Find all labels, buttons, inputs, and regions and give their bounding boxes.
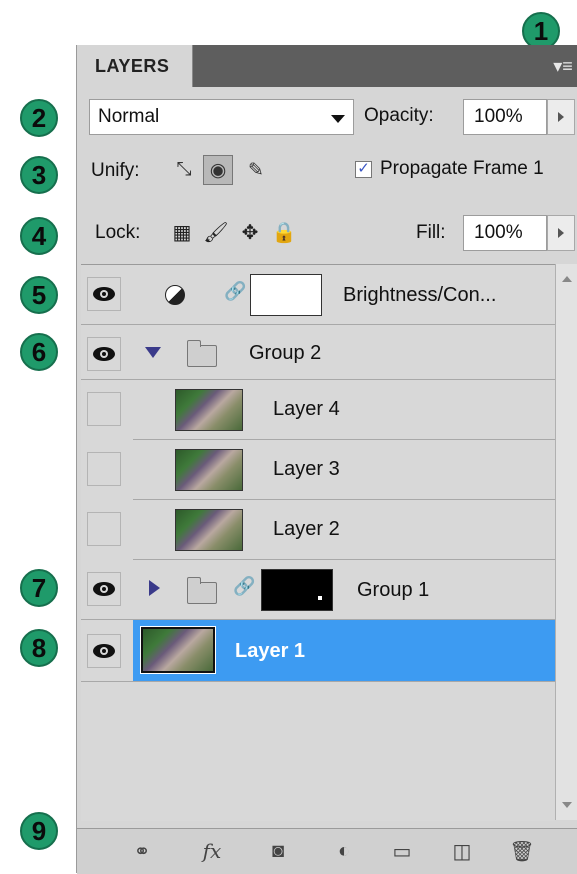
unify-row: Unify: ⤡ ◉ ✎ ✓ Propagate Frame 1 [77,149,577,193]
layer-mask-thumbnail [250,274,322,316]
callout-7: 7 [20,569,58,607]
visibility-toggle[interactable] [87,572,121,606]
layer-name: Group 2 [249,342,322,364]
unify-style-icon[interactable]: ✎ [241,155,271,185]
blend-row: Normal Opacity: 100% [77,95,577,141]
opacity-label: Opacity: [364,105,434,126]
visibility-toggle[interactable] [87,337,121,371]
blend-mode-value: Normal [98,106,160,127]
visibility-toggle[interactable] [87,634,121,668]
eye-icon [93,644,115,658]
layer-thumbnail [140,626,216,674]
layer-row-layer-2[interactable]: Layer 2 [87,500,555,560]
link-layers-icon[interactable]: ⚭ [127,837,157,865]
fill-label: Fill: [416,222,446,243]
new-layer-icon[interactable]: ◫ [447,837,477,865]
callout-4: 4 [20,217,58,255]
new-group-icon[interactable]: ▭ [387,837,417,865]
layers-panel: LAYERS ▾≡ Normal Opacity: 100% Unify: ⤡ … [76,45,577,874]
callout-8: 8 [20,629,58,667]
tab-layers[interactable]: LAYERS [77,45,193,87]
link-icon: 🔗 [224,281,247,301]
layer-name: Layer 1 [235,640,306,662]
lock-all-icon[interactable]: 🔒 [271,219,297,245]
mask-dot [318,596,322,600]
panel-menu-icon[interactable]: ▾≡ [552,57,574,75]
chevron-down-icon [331,115,345,123]
lock-label: Lock: [95,222,141,243]
layer-row-layer-4[interactable]: Layer 4 [87,380,555,440]
expand-triangle-icon[interactable] [145,347,161,358]
callout-3: 3 [20,156,58,194]
propagate-frame-checkbox[interactable]: ✓ [355,161,372,178]
layers-scrollbar[interactable] [555,264,577,820]
vector-mask-thumbnail [261,569,333,611]
layer-name: Group 1 [357,579,430,601]
eye-icon [93,582,115,596]
fill-input[interactable]: 100% [463,215,547,251]
link-icon: 🔗 [233,576,256,596]
collapse-triangle-icon[interactable] [149,580,160,596]
opacity-stepper[interactable] [547,99,575,135]
unify-label: Unify: [91,160,140,181]
panel-tab-bar: LAYERS ▾≡ [77,45,577,87]
visibility-toggle[interactable] [87,277,121,311]
unify-visibility-icon[interactable]: ◉ [203,155,233,185]
layer-name: Layer 3 [273,458,340,480]
adjustment-icon [165,285,185,305]
lock-transparency-icon[interactable]: ▦ [169,219,195,245]
propagate-frame-label: Propagate Frame 1 [380,158,544,179]
lock-image-brush-icon[interactable]: 🖌 [203,219,229,245]
eye-icon [93,287,115,301]
callout-5: 5 [20,276,58,314]
layer-row-brightness[interactable]: 🔗 Brightness/Con... [81,265,555,325]
eye-icon [93,347,115,361]
delete-layer-icon[interactable]: 🗑 [507,837,537,865]
layer-name: Layer 4 [273,398,340,420]
scroll-down-icon[interactable] [562,802,572,808]
adjustment-layer-icon[interactable]: ◐ [329,837,359,865]
callout-6: 6 [20,333,58,371]
layer-thumbnail [175,449,243,491]
lock-position-icon[interactable]: ✥ [237,219,263,245]
scroll-up-icon[interactable] [562,276,572,282]
layer-thumbnail [175,389,243,431]
layer-row-group-2[interactable]: Group 2 [81,325,555,380]
visibility-toggle[interactable] [87,512,121,546]
layer-row-layer-3[interactable]: Layer 3 [87,440,555,500]
fx-icon[interactable]: fx [197,837,227,865]
layers-bottom-toolbar: ⚭ fx ◙ ◐ ▭ ◫ 🗑 [77,828,577,874]
opacity-input[interactable]: 100% [463,99,547,135]
layer-name: Brightness/Con... [343,284,497,306]
callout-2: 2 [20,99,58,137]
blend-mode-select[interactable]: Normal [89,99,354,135]
folder-icon [187,340,217,367]
visibility-toggle[interactable] [87,392,121,426]
layers-list: 🔗 Brightness/Con... Group 2 Layer 4 Laye… [81,264,555,821]
unify-position-icon[interactable]: ⤡ [169,155,199,185]
lock-row: Lock: ▦ 🖌 ✥ 🔒 Fill: 100% [77,211,577,257]
layer-row-group-1[interactable]: 🔗 Group 1 [81,560,555,620]
folder-icon [187,577,217,604]
add-mask-icon[interactable]: ◙ [263,837,293,865]
fill-stepper[interactable] [547,215,575,251]
layer-row-layer-1[interactable]: Layer 1 [81,620,555,682]
callout-9: 9 [20,812,58,850]
layer-name: Layer 2 [273,518,340,540]
layer-thumbnail [175,509,243,551]
visibility-toggle[interactable] [87,452,121,486]
